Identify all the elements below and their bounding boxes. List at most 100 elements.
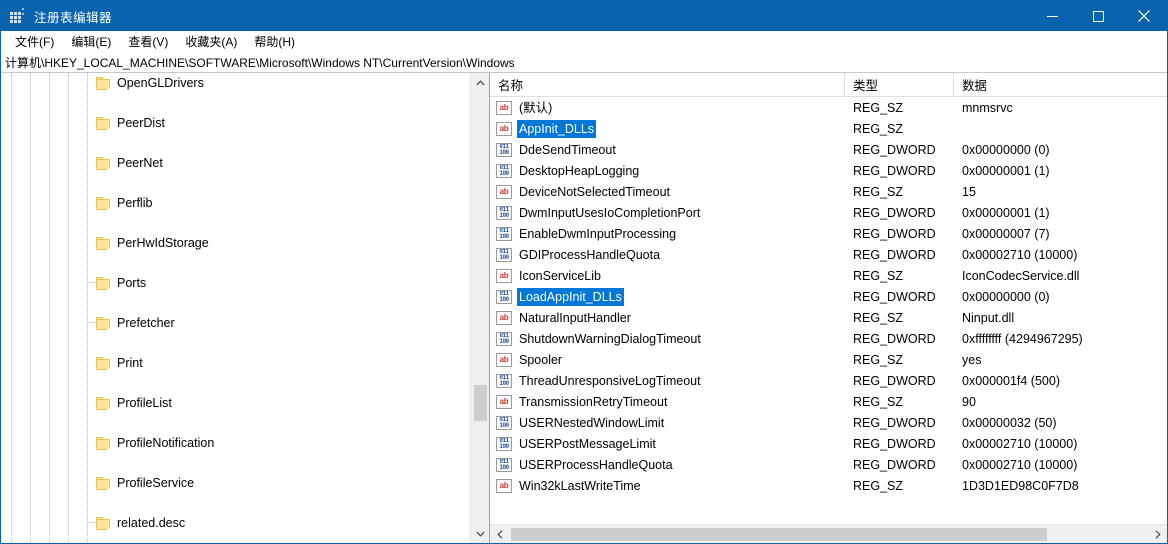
dword-value-icon: 011 100: [496, 163, 512, 178]
value-name: USERProcessHandleQuota: [519, 457, 673, 472]
value-type: REG_DWORD: [853, 436, 936, 451]
tree-item[interactable]: ProfileService: [1, 473, 470, 493]
value-data: 0xffffffff (4294967295): [962, 331, 1083, 346]
value-name: Spooler: [519, 352, 563, 367]
value-row[interactable]: 011 100 DwmInputUsesIoCompletionPort REG_DW…: [490, 202, 1167, 223]
value-row[interactable]: ab TransmissionRetryTimeout REG_SZ 90: [490, 391, 1167, 412]
value-row[interactable]: 011 100 ThreadUnresponsiveLogTimeout REG_DW…: [490, 370, 1167, 391]
minimize-button[interactable]: [1029, 1, 1075, 31]
dword-value-icon: 011 100: [496, 205, 512, 220]
folder-icon: [96, 396, 111, 410]
folder-icon: [96, 276, 111, 290]
menu-view[interactable]: 查看(V): [120, 32, 177, 52]
value-type: REG_DWORD: [853, 415, 936, 430]
tree-item[interactable]: ProfileNotification: [1, 433, 470, 453]
value-row[interactable]: 011 100 USERPostMessageLimit REG_DWORD 0x000…: [490, 433, 1167, 454]
scroll-right-icon[interactable]: [1148, 525, 1167, 543]
value-data: 0x00000000 (0): [962, 289, 1050, 304]
menu-edit[interactable]: 编辑(E): [63, 32, 120, 52]
folder-icon: [96, 436, 111, 450]
string-value-icon: ab: [496, 184, 512, 199]
value-row[interactable]: ab Spooler REG_SZ yes: [490, 349, 1167, 370]
value-name: AppInit_DLLs: [517, 119, 597, 138]
list-horizontal-scrollbar[interactable]: [490, 524, 1167, 543]
menu-help[interactable]: 帮助(H): [246, 32, 304, 52]
menu-bar: 文件(F) 编辑(E) 查看(V) 收藏夹(A) 帮助(H): [1, 31, 1167, 53]
tree-item[interactable]: PeerDist: [1, 113, 470, 133]
tree-item[interactable]: Prefetcher: [1, 313, 470, 333]
tree-item[interactable]: PeerNet: [1, 153, 470, 173]
tree-vertical-scrollbar[interactable]: [470, 73, 489, 543]
value-name: (默认): [519, 100, 553, 115]
value-data: 0x000001f4 (500): [962, 373, 1060, 388]
dword-value-icon: 011 100: [496, 457, 512, 472]
value-type: REG_DWORD: [853, 373, 936, 388]
value-row[interactable]: ab Win32kLastWriteTime REG_SZ 1D3D1ED98C0F7…: [490, 475, 1167, 496]
folder-icon: [96, 116, 111, 130]
menu-favorites[interactable]: 收藏夹(A): [177, 32, 246, 52]
value-name: DeviceNotSelectedTimeout: [519, 184, 670, 199]
menu-file[interactable]: 文件(F): [7, 32, 63, 52]
tree-scrollbar-thumb[interactable]: [474, 385, 487, 421]
value-name-cell: 011 100 USERNestedWindowLimit: [490, 414, 845, 432]
tree-item[interactable]: related.desc: [1, 513, 470, 533]
dword-value-icon: 011 100: [496, 142, 512, 157]
value-name: DwmInputUsesIoCompletionPort: [519, 205, 701, 220]
dword-value-icon: 011 100: [496, 373, 512, 388]
tree-item[interactable]: ProfileList: [1, 393, 470, 413]
tree-item[interactable]: Perflib: [1, 193, 470, 213]
maximize-button[interactable]: [1075, 1, 1121, 31]
registry-editor-window: 注册表编辑器 文件(F) 编辑(E) 查看(V) 收藏夹(A) 帮助(H) 计算…: [0, 0, 1168, 544]
value-data: 0x00002710 (10000): [962, 436, 1078, 451]
value-type: REG_SZ: [853, 121, 904, 136]
value-row[interactable]: 011 100 ShutdownWarningDialogTimeout REG_DW…: [490, 328, 1167, 349]
tree-item[interactable]: OpenGLDrivers: [1, 73, 470, 93]
close-button[interactable]: [1121, 1, 1167, 31]
tree-item[interactable]: Print: [1, 353, 470, 373]
folder-icon: [96, 196, 111, 210]
scroll-left-icon[interactable]: [490, 525, 509, 543]
value-row[interactable]: ab DeviceNotSelectedTimeout REG_SZ 15: [490, 181, 1167, 202]
tree-item[interactable]: PerHwIdStorage: [1, 233, 470, 253]
folder-icon: [96, 236, 111, 250]
column-header-name[interactable]: 名称: [490, 73, 845, 96]
value-row[interactable]: 011 100 USERProcessHandleQuota REG_DWORD 0x0…: [490, 454, 1167, 475]
value-name-cell: ab AppInit_DLLs: [490, 119, 845, 138]
scroll-up-icon[interactable]: [471, 73, 489, 92]
tree-scroll-area: OpenGLDrivers PeerDist PeerNet Perflib PerHw…: [1, 73, 470, 543]
value-name-cell: 011 100 ShutdownWarningDialogTimeout: [490, 330, 845, 348]
scroll-down-icon[interactable]: [471, 524, 489, 543]
tree-item-label: ProfileNotification: [117, 436, 215, 450]
column-header-type[interactable]: 类型: [845, 73, 954, 96]
string-value-icon: ab: [496, 268, 512, 283]
value-data: 0x00002710 (10000): [962, 247, 1078, 262]
value-data: yes: [962, 352, 982, 367]
value-type: REG_DWORD: [853, 142, 936, 157]
value-row[interactable]: 011 100 USERNestedWindowLimit REG_DWORD 0x00…: [490, 412, 1167, 433]
value-row[interactable]: 011 100 GDIProcessHandleQuota REG_DWORD 0x00…: [490, 244, 1167, 265]
value-row[interactable]: ab IconServiceLib REG_SZ IconCodecService.d…: [490, 265, 1167, 286]
value-row[interactable]: 011 100 EnableDwmInputProcessing REG_DWORD 0…: [490, 223, 1167, 244]
value-type: REG_SZ: [853, 352, 904, 367]
value-name: EnableDwmInputProcessing: [519, 226, 677, 241]
value-type: REG_SZ: [853, 310, 904, 325]
value-row[interactable]: ab NaturalInputHandler REG_SZ Ninput.dll: [490, 307, 1167, 328]
tree-item-label: ProfileService: [117, 476, 195, 490]
value-row[interactable]: ab (默认) REG_SZ mnmsrvc: [490, 97, 1167, 118]
folder-icon: [96, 476, 111, 490]
value-data: 0x00000000 (0): [962, 142, 1050, 157]
tree-item[interactable]: Ports: [1, 273, 470, 293]
value-row[interactable]: 011 100 LoadAppInit_DLLs REG_DWORD 0x0000000…: [490, 286, 1167, 307]
value-row[interactable]: 011 100 DesktopHeapLogging REG_DWORD 0x00000…: [490, 160, 1167, 181]
value-data: 90: [962, 394, 976, 409]
value-row[interactable]: 011 100 DdeSendTimeout REG_DWORD 0x00000000 …: [490, 139, 1167, 160]
address-bar[interactable]: 计算机\HKEY_LOCAL_MACHINE\SOFTWARE\Microsof…: [1, 53, 1167, 73]
value-type: REG_SZ: [853, 100, 904, 115]
list-scrollbar-thumb[interactable]: [511, 528, 1047, 541]
value-name-cell: ab IconServiceLib: [490, 267, 845, 285]
folder-icon: [96, 156, 111, 170]
value-type: REG_DWORD: [853, 205, 936, 220]
column-header-data[interactable]: 数据: [954, 73, 1167, 96]
registry-tree-list: OpenGLDrivers PeerDist PeerNet Perflib PerHw…: [1, 73, 470, 533]
value-row[interactable]: ab AppInit_DLLs REG_SZ: [490, 118, 1167, 139]
